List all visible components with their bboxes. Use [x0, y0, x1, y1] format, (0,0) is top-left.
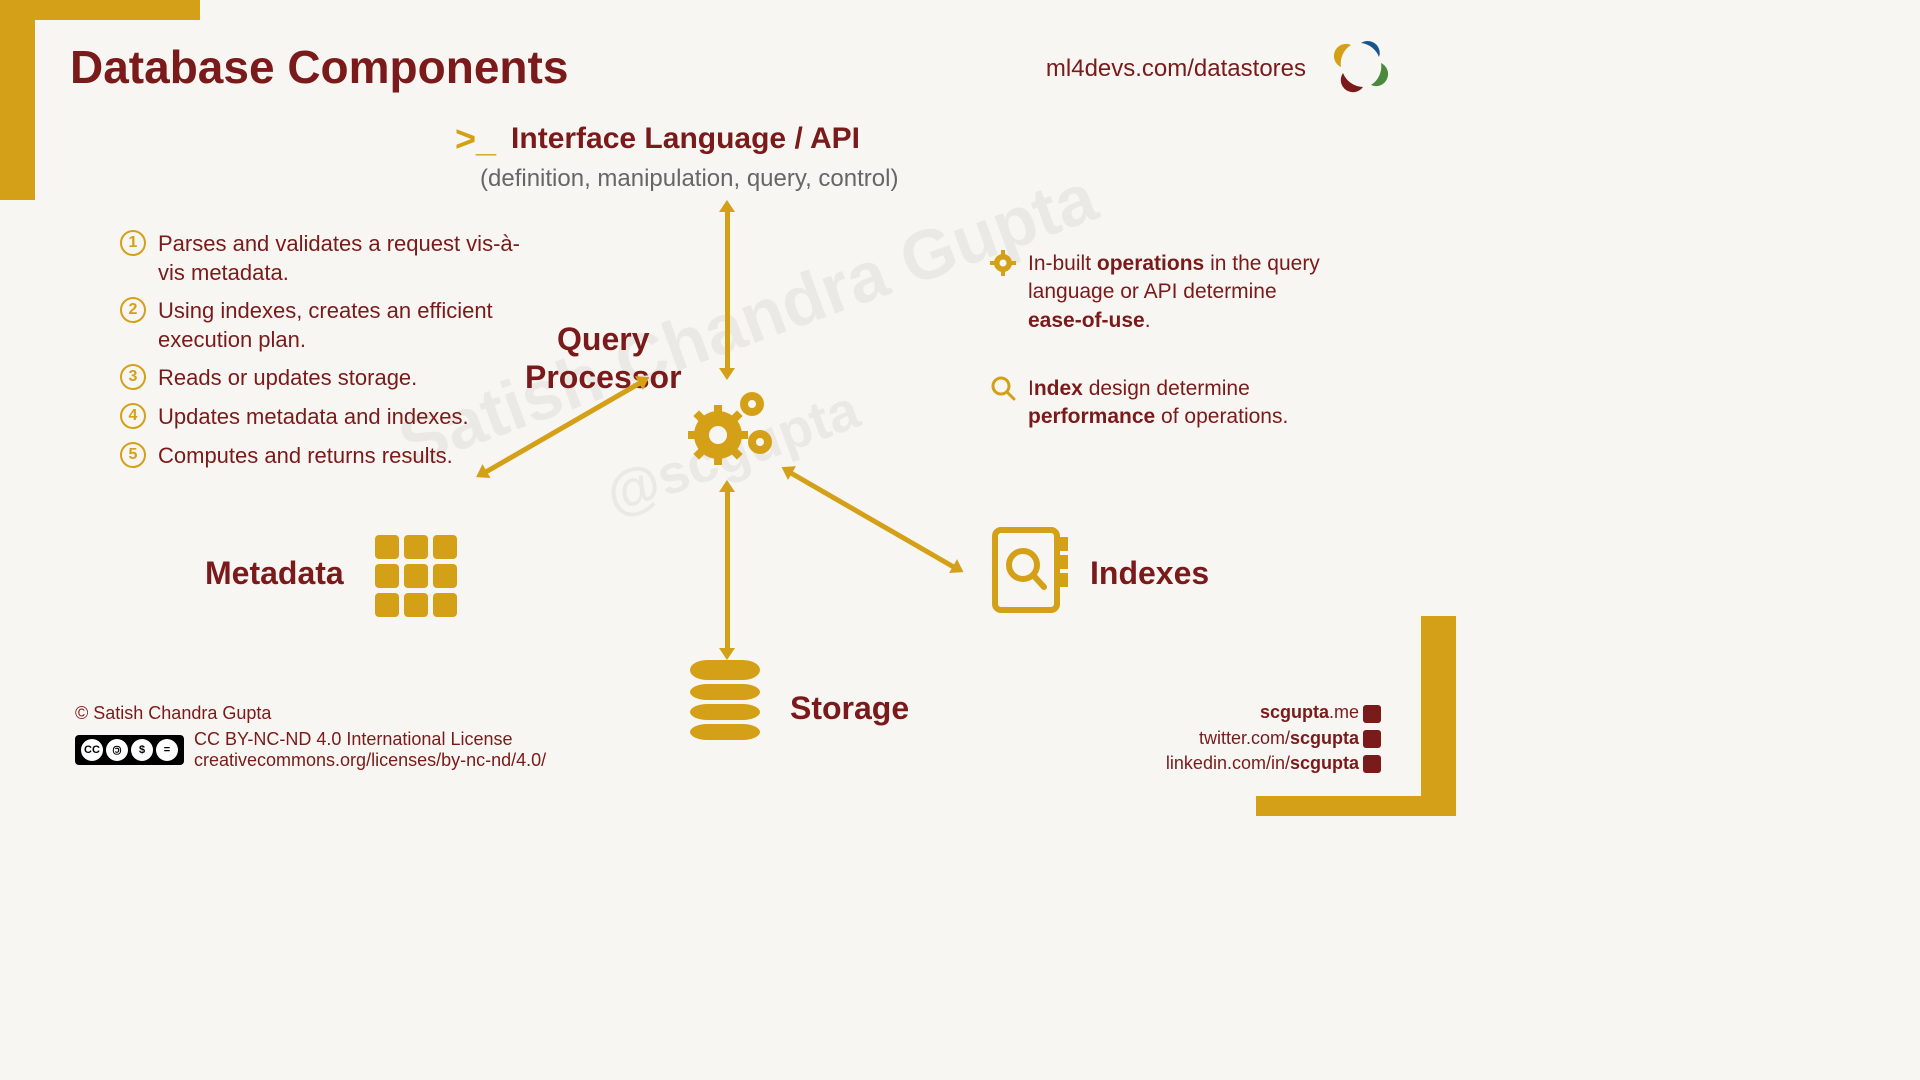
indexes-book-icon	[990, 525, 1070, 615]
step-item: 5 Computes and returns results.	[120, 442, 520, 471]
right-notes: In-built operations in the query languag…	[990, 250, 1330, 472]
note-item: Index design determine performance of op…	[990, 375, 1330, 432]
footer-left: © Satish Chandra Gupta CC🄯$= CC BY-NC-ND…	[75, 703, 546, 771]
cc-license-badge-icon: CC🄯$=	[75, 735, 184, 765]
step-item: 3 Reads or updates storage.	[120, 364, 520, 393]
note-text: Index design determine performance of op…	[1028, 375, 1330, 432]
magnifier-icon	[990, 375, 1016, 401]
license-name: CC BY-NC-ND 4.0 International License	[194, 729, 546, 750]
indexes-label: Indexes	[1090, 555, 1209, 592]
step-item: 1 Parses and validates a request vis-à-v…	[120, 230, 520, 287]
brand-logo-icon	[1331, 35, 1391, 95]
metadata-label: Metadata	[205, 555, 344, 592]
twitter-icon	[1363, 730, 1381, 748]
corner-decoration-tl	[0, 0, 35, 200]
step-text: Computes and returns results.	[158, 442, 453, 471]
step-text: Using indexes, creates an efficient exec…	[158, 297, 520, 354]
linkedin-icon	[1363, 755, 1381, 773]
steps-list: 1 Parses and validates a request vis-à-v…	[120, 230, 520, 480]
arrow-qp-to-storage	[725, 490, 730, 650]
arrow-interface-to-qp	[725, 210, 730, 370]
query-processor-label: QueryProcessor	[525, 320, 682, 397]
step-text: Updates metadata and indexes.	[158, 403, 469, 432]
metadata-grid-icon	[375, 535, 457, 617]
gear-icon	[990, 250, 1016, 276]
globe-icon	[1363, 705, 1381, 723]
gears-icon	[680, 380, 780, 480]
storage-label: Storage	[790, 690, 909, 727]
step-text: Parses and validates a request vis-à-vis…	[158, 230, 520, 287]
interface-header: >_ Interface Language / API	[455, 118, 860, 160]
slide-title: Database Components	[70, 40, 568, 94]
footer-links: scgupta.me twitter.com/scgupta linkedin.…	[1166, 700, 1381, 776]
note-text: In-built operations in the query languag…	[1028, 250, 1330, 335]
step-item: 2 Using indexes, creates an efficient ex…	[120, 297, 520, 354]
corner-decoration-br	[1421, 616, 1456, 816]
license-url: creativecommons.org/licenses/by-nc-nd/4.…	[194, 750, 546, 771]
step-item: 4 Updates metadata and indexes.	[120, 403, 520, 432]
source-url: ml4devs.com/datastores	[1046, 55, 1306, 83]
interface-title: Interface Language / API	[511, 122, 860, 156]
step-number-icon: 1	[120, 230, 146, 256]
step-number-icon: 5	[120, 442, 146, 468]
step-number-icon: 4	[120, 403, 146, 429]
step-number-icon: 2	[120, 297, 146, 323]
prompt-icon: >_	[455, 118, 496, 160]
arrow-qp-to-indexes	[789, 470, 956, 569]
interface-subtitle: (definition, manipulation, query, contro…	[480, 165, 898, 193]
storage-cylinder-icon	[690, 660, 760, 744]
copyright: © Satish Chandra Gupta	[75, 703, 546, 724]
note-item: In-built operations in the query languag…	[990, 250, 1330, 335]
step-text: Reads or updates storage.	[158, 364, 417, 393]
step-number-icon: 3	[120, 364, 146, 390]
